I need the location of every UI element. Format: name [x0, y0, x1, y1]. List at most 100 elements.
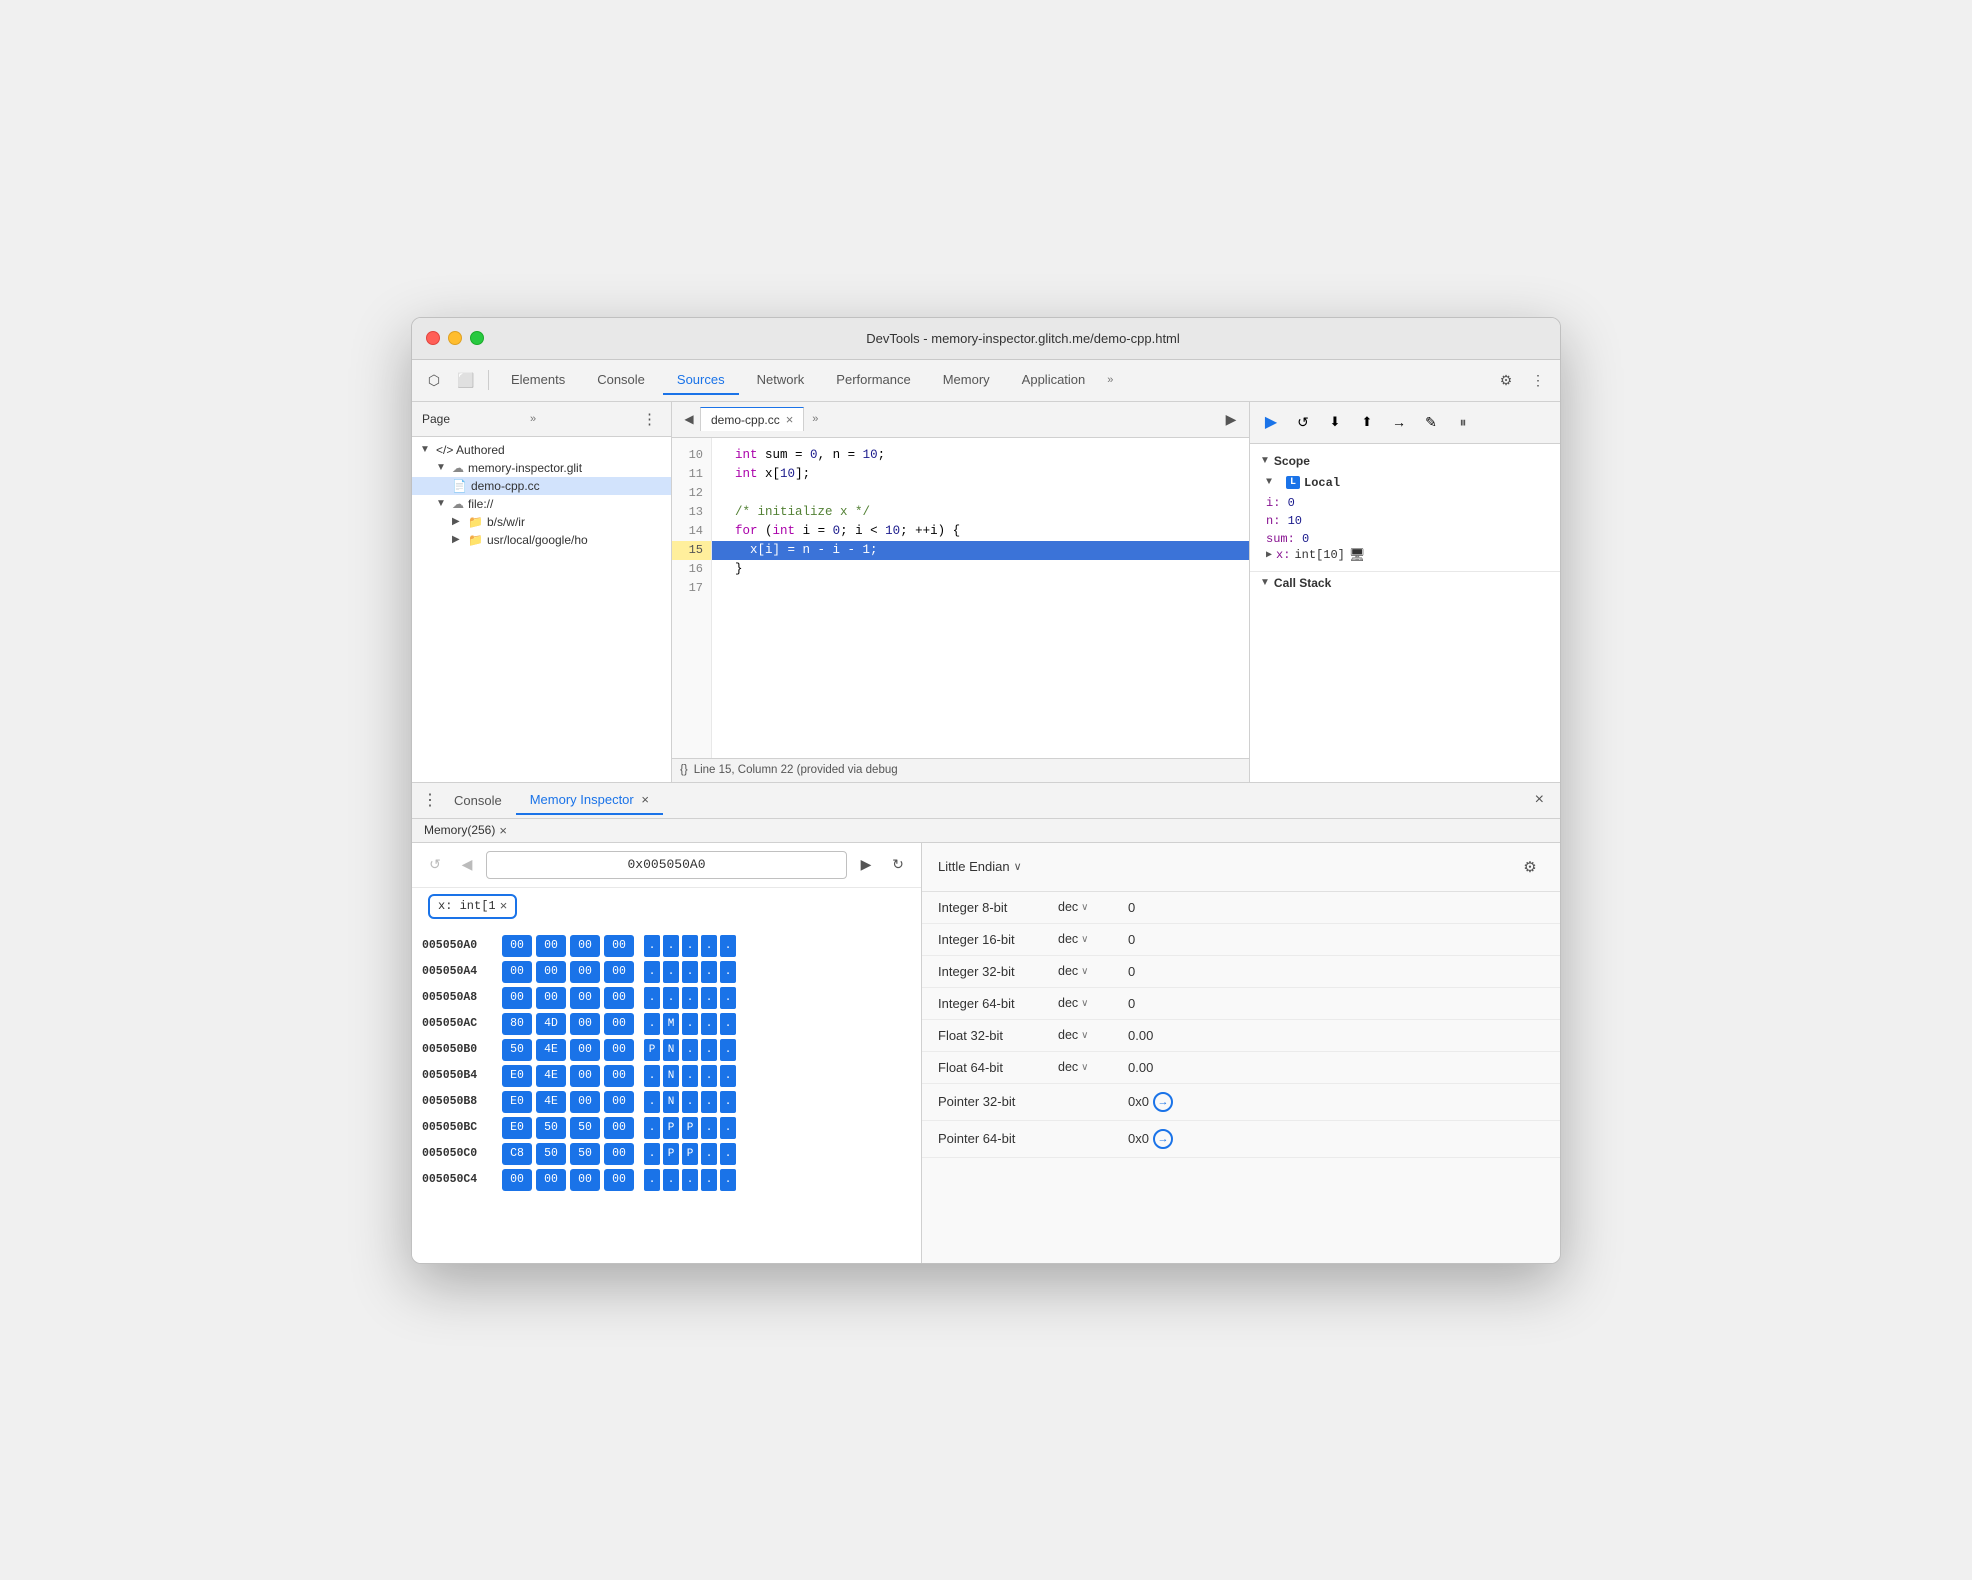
debug-reload-btn[interactable]: ↺: [1290, 409, 1316, 435]
debug-step-out-btn[interactable]: →: [1386, 409, 1412, 435]
hex-byte[interactable]: 4D: [536, 1013, 566, 1035]
source-more-tabs[interactable]: »: [808, 411, 822, 427]
scope-var-x[interactable]: ▶ x: int[10] 🖥: [1266, 548, 1544, 563]
endian-select[interactable]: Little Endian ∨: [938, 859, 1022, 874]
hex-byte[interactable]: 00: [570, 987, 600, 1009]
hex-byte[interactable]: 00: [502, 1169, 532, 1191]
hex-byte[interactable]: C8: [502, 1143, 532, 1165]
sidebar-more-btn[interactable]: »: [526, 413, 638, 425]
tree-demo-cpp[interactable]: 📄 demo-cpp.cc: [412, 477, 671, 495]
hex-byte[interactable]: 00: [536, 961, 566, 983]
tree-usr-local[interactable]: ▶ 📁 usr/local/google/ho: [412, 531, 671, 549]
tab-performance[interactable]: Performance: [822, 366, 924, 395]
more-menu-button[interactable]: ⋮: [1524, 366, 1552, 394]
hex-byte[interactable]: E0: [502, 1117, 532, 1139]
hex-byte[interactable]: 80: [502, 1013, 532, 1035]
hex-byte[interactable]: 00: [502, 987, 532, 1009]
hex-byte[interactable]: 4E: [536, 1039, 566, 1061]
memory-subtab-close[interactable]: ×: [499, 823, 507, 838]
hex-byte[interactable]: 00: [604, 1117, 634, 1139]
hex-byte[interactable]: 00: [604, 935, 634, 957]
sidebar-dots-btn[interactable]: ⋮: [638, 408, 661, 430]
hex-addr-5: 005050B4: [412, 1069, 502, 1082]
hex-address-input[interactable]: [486, 851, 847, 879]
debug-step-into-btn[interactable]: ⬆: [1354, 409, 1380, 435]
tree-b-s-w-ir[interactable]: ▶ 📁 b/s/w/ir: [412, 513, 671, 531]
tree-file[interactable]: ▼ ☁ file://: [412, 495, 671, 513]
interp-format-int32[interactable]: dec ∨: [1058, 964, 1128, 978]
hex-byte[interactable]: 00: [604, 1065, 634, 1087]
source-run-btn[interactable]: ▶: [1219, 407, 1243, 431]
tab-elements[interactable]: Elements: [497, 366, 579, 395]
more-tabs-btn[interactable]: »: [1103, 374, 1117, 386]
hex-prev-btn[interactable]: ◀: [454, 852, 480, 878]
debug-step-over-btn[interactable]: ⬇: [1322, 409, 1348, 435]
hex-byte[interactable]: 00: [570, 1013, 600, 1035]
tab-application[interactable]: Application: [1008, 366, 1100, 395]
debug-resume-btn[interactable]: ▶: [1258, 409, 1284, 435]
memory-inspect-icon[interactable]: 🖥: [1349, 548, 1366, 563]
hex-byte[interactable]: 00: [570, 1039, 600, 1061]
hex-byte[interactable]: 50: [570, 1143, 600, 1165]
device-icon[interactable]: ⬜: [452, 366, 480, 394]
hex-next-btn[interactable]: ▶: [853, 852, 879, 878]
hex-byte[interactable]: 00: [604, 1039, 634, 1061]
tab-console[interactable]: Console: [583, 366, 659, 395]
hex-byte[interactable]: 50: [536, 1143, 566, 1165]
var-tag-close-btn[interactable]: ×: [500, 899, 508, 914]
hex-byte[interactable]: 00: [536, 935, 566, 957]
memory-inspector-tab-close[interactable]: ×: [641, 792, 649, 807]
hex-byte[interactable]: E0: [502, 1065, 532, 1087]
interp-settings-btn[interactable]: ⚙: [1516, 853, 1544, 881]
source-tab-close[interactable]: ×: [786, 412, 794, 427]
hex-byte[interactable]: 50: [502, 1039, 532, 1061]
interp-format-int16[interactable]: dec ∨: [1058, 932, 1128, 946]
hex-back-btn[interactable]: ↺: [422, 852, 448, 878]
hex-byte[interactable]: 00: [604, 961, 634, 983]
cursor-icon[interactable]: ⬡: [420, 366, 448, 394]
hex-byte[interactable]: 50: [570, 1117, 600, 1139]
settings-button[interactable]: ⚙: [1492, 366, 1520, 394]
tab-memory[interactable]: Memory: [929, 366, 1004, 395]
tree-memory-inspector[interactable]: ▼ ☁ memory-inspector.glit: [412, 459, 671, 477]
hex-byte[interactable]: E0: [502, 1091, 532, 1113]
hex-byte[interactable]: 00: [570, 1169, 600, 1191]
maximize-traffic-light[interactable]: [470, 331, 484, 345]
interp-format-int64[interactable]: dec ∨: [1058, 996, 1128, 1010]
hex-byte[interactable]: 4E: [536, 1065, 566, 1087]
tab-network[interactable]: Network: [743, 366, 819, 395]
tab-sources[interactable]: Sources: [663, 366, 739, 395]
hex-byte[interactable]: 00: [604, 1143, 634, 1165]
hex-byte[interactable]: 00: [570, 961, 600, 983]
interp-format-int8[interactable]: dec ∨: [1058, 900, 1128, 914]
close-traffic-light[interactable]: [426, 331, 440, 345]
hex-byte[interactable]: 4E: [536, 1091, 566, 1113]
pointer64-navigate-icon[interactable]: →: [1153, 1129, 1173, 1149]
interp-format-float64[interactable]: dec ∨: [1058, 1060, 1128, 1074]
hex-refresh-btn[interactable]: ↻: [885, 852, 911, 878]
hex-byte[interactable]: 00: [536, 1169, 566, 1191]
tab-console-bottom[interactable]: Console: [440, 787, 516, 814]
source-file-tab[interactable]: demo-cpp.cc ×: [700, 407, 804, 431]
minimize-traffic-light[interactable]: [448, 331, 462, 345]
hex-byte[interactable]: 00: [570, 1091, 600, 1113]
hex-byte[interactable]: 00: [604, 1091, 634, 1113]
tree-authored[interactable]: ▼ </> Authored: [412, 441, 671, 459]
source-nav-left[interactable]: ◀: [678, 408, 700, 430]
hex-byte[interactable]: 00: [570, 935, 600, 957]
pointer32-navigate-icon[interactable]: →: [1153, 1092, 1173, 1112]
hex-byte[interactable]: 00: [570, 1065, 600, 1087]
bottom-tab-dots[interactable]: ⋮: [420, 790, 440, 810]
hex-byte[interactable]: 00: [604, 1169, 634, 1191]
hex-byte[interactable]: 00: [604, 987, 634, 1009]
tab-memory-inspector[interactable]: Memory Inspector ×: [516, 786, 663, 815]
hex-byte[interactable]: 00: [502, 961, 532, 983]
hex-byte[interactable]: 00: [604, 1013, 634, 1035]
hex-byte[interactable]: 00: [502, 935, 532, 957]
debug-edit-btn[interactable]: ✎: [1418, 409, 1444, 435]
hex-byte[interactable]: 00: [536, 987, 566, 1009]
panel-close-btn[interactable]: ×: [1527, 791, 1552, 809]
interp-format-float32[interactable]: dec ∨: [1058, 1028, 1128, 1042]
hex-byte[interactable]: 50: [536, 1117, 566, 1139]
debug-pause-btn[interactable]: ⏸: [1450, 409, 1476, 435]
